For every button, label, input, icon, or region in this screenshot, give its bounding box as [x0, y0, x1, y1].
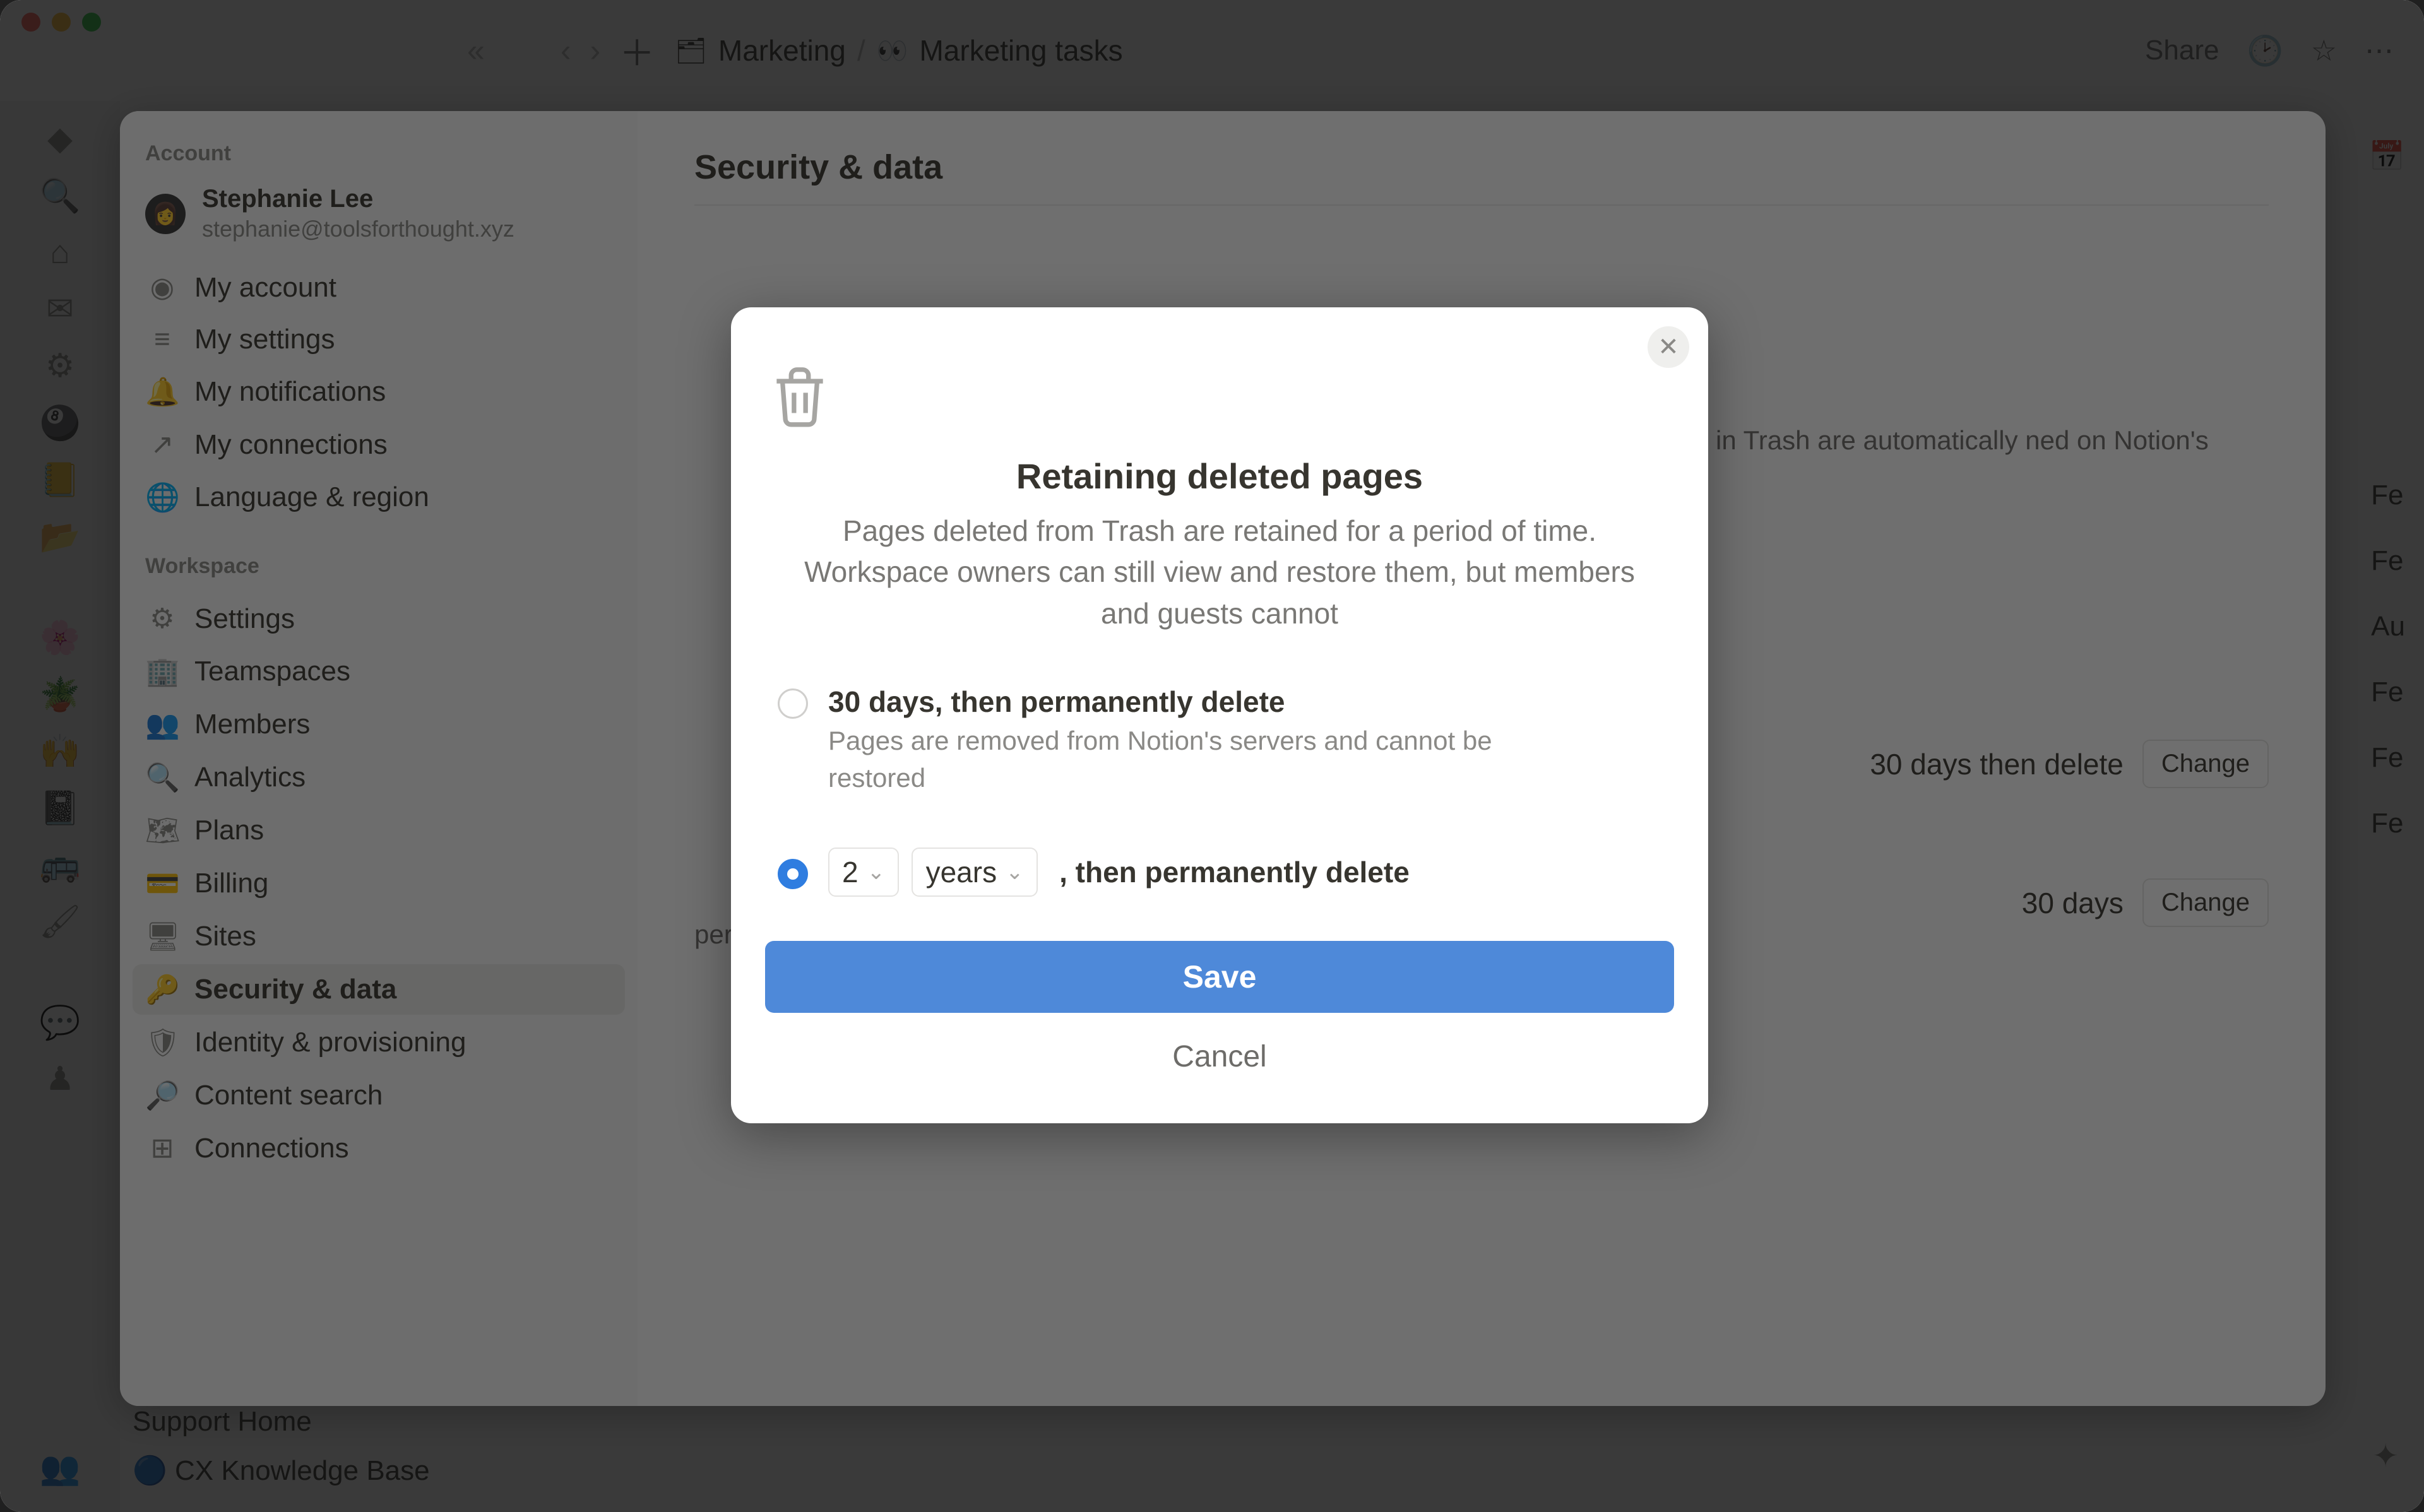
chevron-down-icon: ⌄: [867, 859, 886, 885]
option2-suffix: , then permanently delete: [1059, 855, 1410, 889]
modal-title: Retaining deleted pages: [765, 456, 1674, 497]
retention-number-value: 2: [842, 855, 858, 889]
retention-option-30days[interactable]: 30 days, then permanently delete Pages a…: [765, 672, 1674, 810]
trash-icon: [765, 358, 835, 434]
radio-30days[interactable]: [778, 688, 808, 719]
save-button[interactable]: Save: [765, 941, 1674, 1013]
radio-custom[interactable]: [778, 859, 808, 889]
chevron-down-icon: ⌄: [1006, 859, 1024, 885]
retention-modal: ✕ Retaining deleted pages Pages deleted …: [731, 307, 1708, 1123]
retention-unit-value: years: [926, 855, 997, 889]
retention-number-select[interactable]: 2 ⌄: [828, 848, 899, 897]
modal-description: Pages deleted from Trash are retained fo…: [765, 511, 1674, 634]
option1-title: 30 days, then permanently delete: [828, 685, 1586, 719]
option1-subtitle: Pages are removed from Notion's servers …: [828, 723, 1586, 797]
cancel-button[interactable]: Cancel: [765, 1022, 1674, 1092]
retention-option-custom[interactable]: 2 ⌄ years ⌄ , then permanently delete: [765, 835, 1674, 909]
retention-unit-select[interactable]: years ⌄: [912, 848, 1038, 897]
app-window: « ‹ › ＋ 🗂 Marketing / 👀 Marketing tasks …: [0, 0, 2424, 1512]
close-modal-button[interactable]: ✕: [1648, 326, 1689, 368]
